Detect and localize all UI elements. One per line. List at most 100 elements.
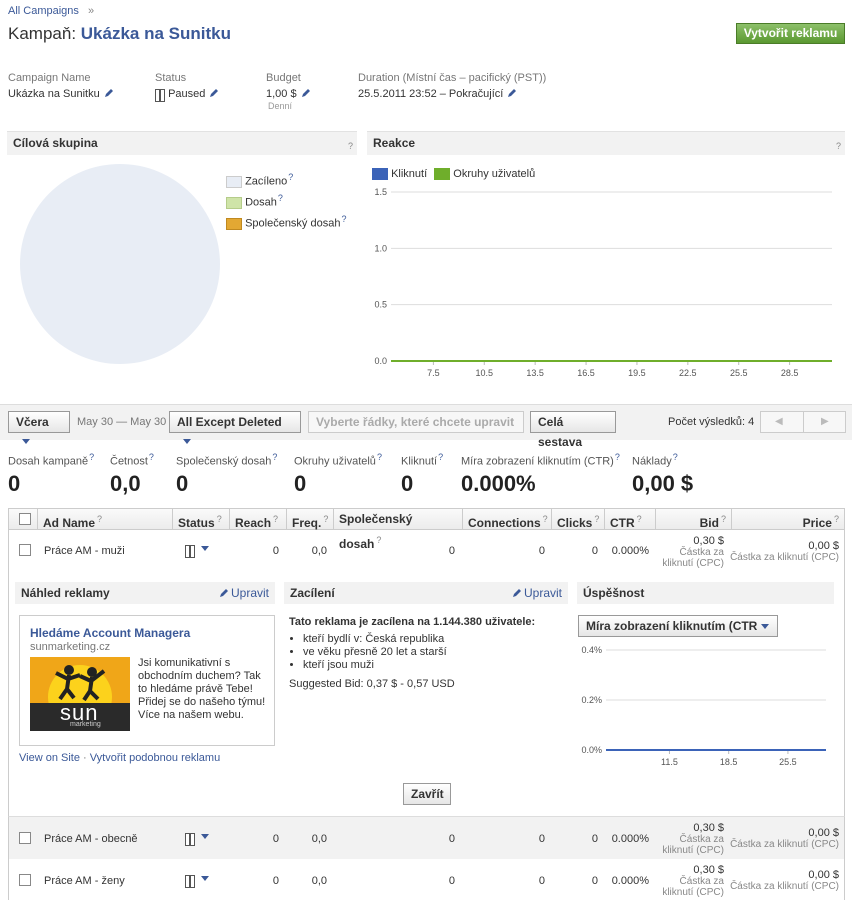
metric-dropdown[interactable]: Míra zobrazení kliknutím (CTR	[578, 615, 778, 637]
bid-sub: Částka za kliknutí (CPC)	[662, 876, 724, 898]
row-checkbox[interactable]	[19, 544, 31, 556]
col-clicks[interactable]: Clicks?	[552, 508, 605, 530]
chevron-down-icon	[761, 624, 769, 629]
cell-social: 0	[448, 545, 455, 557]
x-tick-label: 25.5	[779, 757, 797, 767]
ad-body: Jsi komunikativní s obchodním duchem? Ta…	[138, 657, 266, 721]
row-status-control[interactable]	[185, 544, 209, 558]
ad-title[interactable]: Hledáme Account Managera	[30, 626, 190, 640]
campaign-name-value[interactable]: Ukázka na Sunitku	[8, 88, 114, 100]
ad-name-link[interactable]: Práce AM - muži	[44, 545, 125, 557]
targeting-edit-link[interactable]: Upravit	[512, 582, 562, 604]
help-icon[interactable]: ?	[348, 135, 353, 157]
create-ad-button[interactable]: Vytvořit reklamu	[736, 23, 845, 44]
row-checkbox[interactable]	[19, 874, 31, 886]
cell-bid: 0,30 $ Částka za kliknutí (CPC)	[654, 864, 724, 898]
col-reach[interactable]: Reach?	[230, 508, 287, 530]
ad-name-link[interactable]: Práce AM - obecně	[44, 833, 138, 845]
y-tick-label: 0.5	[374, 300, 387, 310]
x-tick-label: 7.5	[427, 368, 440, 378]
targeting-item: kteří bydlí v: Česká republika	[303, 633, 447, 646]
legend-label: Okruhy uživatelů	[453, 168, 536, 180]
pencil-icon[interactable]	[209, 88, 219, 98]
y-tick-label: 0.0%	[581, 745, 602, 755]
sun-marketing-logo: sun marketing	[30, 657, 130, 731]
col-ad-name[interactable]: Ad Name?	[38, 508, 173, 530]
targeting-header: Zacílení Upravit	[284, 582, 568, 604]
select-all-header	[8, 508, 38, 530]
pencil-icon[interactable]	[104, 88, 114, 98]
breadcrumb-separator: »	[87, 5, 95, 17]
col-bid[interactable]: Bid?	[656, 508, 732, 530]
cell-connections: 0	[538, 875, 545, 887]
cell-reach: 0	[272, 833, 279, 845]
pager: ◀ ▶	[760, 411, 846, 433]
legend-item-reach: Dosah?	[226, 193, 346, 214]
stat-social-value: 0	[176, 471, 189, 496]
x-tick-label: 13.5	[526, 368, 544, 378]
cell-bid: 0,30 $ Částka za kliknutí (CPC)	[654, 822, 724, 856]
chevron-down-icon	[201, 876, 209, 881]
preview-edit-link[interactable]: Upravit	[219, 582, 269, 604]
col-connections[interactable]: Connections?	[463, 508, 552, 530]
table-row: Práce AM - obecně 0 0,0 0 0 0 0.000% 0,3…	[8, 816, 845, 859]
legend-swatch	[226, 217, 242, 230]
targeting-list: kteří bydlí v: Česká republika ve věku p…	[303, 633, 447, 672]
duration-value[interactable]: 25.5.2011 23:52 – Pokračující	[358, 88, 517, 100]
audience-legend: Zacíleno? Dosah? Společenský dosah?	[226, 172, 346, 235]
price-value: 0,00 $	[808, 540, 839, 552]
cell-reach: 0	[272, 545, 279, 557]
audience-pie	[20, 164, 220, 364]
pause-icon	[185, 544, 195, 558]
legend-swatch	[226, 196, 242, 209]
reakce-panel-header: Reakce ?	[367, 131, 845, 155]
next-page-icon[interactable]: ▶	[821, 416, 829, 427]
filter-dropdown[interactable]: All Except Deleted	[169, 411, 301, 444]
col-ctr[interactable]: CTR?	[605, 508, 656, 530]
cell-social: 0	[448, 875, 455, 887]
full-report-button[interactable]: Celá sestava	[530, 411, 616, 449]
row-status-control[interactable]	[185, 874, 209, 888]
help-icon[interactable]: ?	[836, 135, 841, 157]
x-tick-label: 28.5	[781, 368, 799, 378]
preview-header: Náhled reklamy Upravit	[15, 582, 275, 604]
help-icon[interactable]: ?	[288, 172, 293, 182]
help-icon[interactable]: ?	[341, 214, 346, 224]
targeting-item: ve věku přesně 20 let a starší	[303, 646, 447, 659]
col-freq[interactable]: Freq.?	[287, 508, 334, 530]
pencil-icon[interactable]	[301, 88, 311, 98]
col-status[interactable]: Status?	[173, 508, 230, 530]
row-status-control[interactable]	[185, 832, 209, 846]
link-separator: ·	[83, 752, 87, 764]
create-similar-ad-link[interactable]: Vytvořit podobnou reklamu	[90, 752, 220, 764]
pause-icon	[185, 832, 195, 846]
pencil-icon[interactable]	[507, 88, 517, 98]
metric-label: Míra zobrazení kliknutím (CTR	[586, 619, 758, 633]
date-range: May 30 — May 30	[77, 416, 167, 428]
legend-label: Kliknutí	[391, 168, 428, 180]
reakce-legend: Kliknutí Okruhy uživatelů	[372, 168, 536, 181]
budget-value[interactable]: 1,00 $	[266, 88, 311, 100]
legend-item-targeted: Zacíleno?	[226, 172, 346, 193]
ad-preview-card: Hledáme Account Managera sunmarketing.cz…	[19, 615, 275, 746]
prev-page-icon[interactable]: ◀	[775, 416, 783, 427]
status-value[interactable]: Paused	[155, 88, 219, 102]
col-social[interactable]: Společenský dosah?	[334, 508, 463, 551]
campaign-title: Ukázka na Sunitku	[80, 24, 231, 43]
row-checkbox[interactable]	[19, 832, 31, 844]
help-icon[interactable]: ?	[278, 193, 283, 203]
edit-rows-button[interactable]: Vyberte řádky, které chcete upravit	[308, 411, 524, 433]
period-dropdown[interactable]: Včera	[8, 411, 70, 444]
price-value: 0,00 $	[808, 827, 839, 839]
ad-name-link[interactable]: Práce AM - ženy	[44, 875, 125, 887]
view-on-site-link[interactable]: View on Site	[19, 752, 80, 764]
breadcrumb-all-campaigns-link[interactable]: All Campaigns	[8, 5, 79, 17]
select-all-checkbox[interactable]	[19, 513, 31, 525]
cell-freq: 0,0	[311, 545, 327, 557]
status-text: Paused	[168, 88, 206, 100]
col-price[interactable]: Price?	[732, 508, 845, 530]
close-button[interactable]: Zavřít	[403, 783, 451, 805]
cell-clicks: 0	[591, 833, 598, 845]
cell-price: 0,00 $ Částka za kliknutí (CPC)	[729, 827, 839, 850]
duration-label: Duration (Místní čas – pacifický (PST))	[358, 72, 547, 84]
